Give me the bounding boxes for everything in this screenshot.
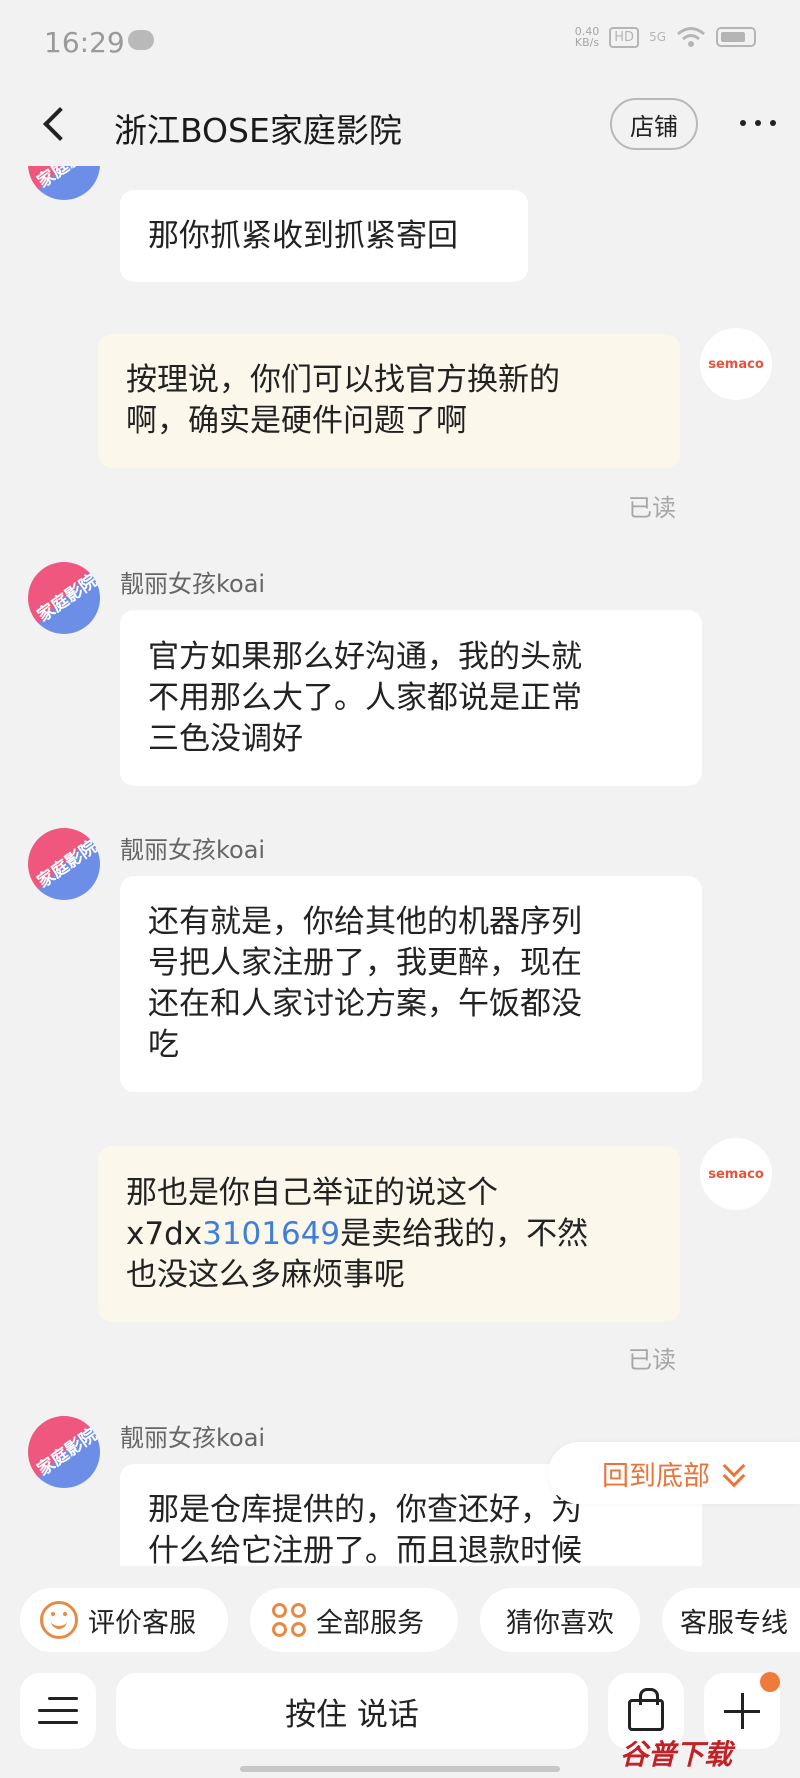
status-time: 16:29 xyxy=(44,26,125,59)
hd-icon: HD xyxy=(609,26,640,48)
signal-icon: 5G xyxy=(649,30,666,44)
message-text-line: 号把人家注册了，我更醉，现在 xyxy=(148,945,582,981)
quick-actions: 评价客服 全部服务 猜你喜欢 客服专线 xyxy=(0,1588,800,1652)
hold-to-talk-button[interactable]: 按住 说话 xyxy=(116,1673,588,1749)
battery-icon xyxy=(716,27,756,47)
back-to-bottom-label: 回到底部 xyxy=(602,1460,710,1492)
message-bubble[interactable]: 官方如果那么好沟通，我的头就 不用那么大了。人家都说是正常 三色没调好 xyxy=(120,610,702,786)
sender-name: 靓丽女孩koai xyxy=(120,1424,266,1452)
hotline-button[interactable]: 客服专线 xyxy=(662,1588,800,1652)
home-indicator[interactable] xyxy=(240,1766,560,1772)
double-chevron-down-icon xyxy=(722,1454,746,1488)
message-text-line: 那是仓库提供的，你查还好，为 xyxy=(148,1492,582,1528)
more-icon[interactable] xyxy=(740,108,776,138)
message-bubble[interactable]: 按理说，你们可以找官方换新的 啊，确实是硬件问题了啊 xyxy=(98,334,680,468)
shop-avatar[interactable]: 家庭影院 xyxy=(28,828,100,900)
serial-number-link[interactable]: 3101649 xyxy=(202,1216,340,1252)
message-text-line: 什么给它注册了。而且退款时候 xyxy=(148,1533,582,1566)
back-to-bottom-button[interactable]: 回到底部 xyxy=(548,1442,800,1504)
status-indicators: 0.40 KB/s HD 5G xyxy=(575,26,756,48)
shop-avatar[interactable]: 家庭影院 xyxy=(28,166,100,200)
rate-service-button[interactable]: 评价客服 xyxy=(20,1588,228,1652)
read-status: 已读 xyxy=(628,1346,676,1374)
message-text-line: 按理说，你们可以找官方换新的 xyxy=(126,362,560,398)
message-text-line: 不用那么大了。人家都说是正常 xyxy=(148,679,582,716)
grid-icon xyxy=(272,1603,306,1637)
user-avatar[interactable]: semaco xyxy=(700,1138,772,1210)
smile-icon xyxy=(40,1601,78,1639)
network-speed: 0.40 KB/s xyxy=(575,26,600,48)
message-text-line: 还在和人家讨论方案，午饭都没 xyxy=(148,986,582,1022)
menu-icon[interactable] xyxy=(20,1673,96,1749)
all-services-button[interactable]: 全部服务 xyxy=(250,1588,458,1652)
user-avatar[interactable]: semaco xyxy=(700,328,772,400)
shopping-bag-icon xyxy=(628,1688,664,1731)
message-text-line: x7dx3101649是卖给我的，不然 xyxy=(126,1215,589,1252)
watermark: 谷普下载 xyxy=(620,1738,733,1771)
sender-name: 靓丽女孩koai xyxy=(120,570,266,598)
wifi-icon xyxy=(677,27,705,47)
message-bubble[interactable]: 那你抓紧收到抓紧寄回 xyxy=(120,190,528,282)
notification-dot xyxy=(760,1672,780,1692)
message-text-line: 也没这么多麻烦事呢 xyxy=(126,1256,405,1293)
status-bar: 16:29 0.40 KB/s HD 5G xyxy=(0,0,800,86)
message-text-line: 三色没调好 xyxy=(148,720,303,757)
sender-name: 靓丽女孩koai xyxy=(120,836,266,864)
message-bubble[interactable]: 那也是你自己举证的说这个 x7dx3101649是卖给我的，不然 也没这么多麻烦… xyxy=(98,1146,680,1322)
shop-avatar[interactable]: 家庭影院 xyxy=(28,1416,100,1488)
message-text: 那你抓紧收到抓紧寄回 xyxy=(148,217,458,254)
message-text-line: 还有就是，你给其他的机器序列 xyxy=(148,904,582,940)
chat-header: 浙江BOSE家庭影院 店铺 xyxy=(0,86,800,166)
message-bubble[interactable]: 还有就是，你给其他的机器序列 号把人家注册了，我更醉，现在 还在和人家讨论方案，… xyxy=(120,876,702,1092)
guess-you-like-button[interactable]: 猜你喜欢 xyxy=(480,1588,640,1652)
read-status: 已读 xyxy=(628,494,676,522)
message-text-line: 吃 xyxy=(148,1027,179,1063)
page-title: 浙江BOSE家庭影院 xyxy=(114,111,402,150)
shop-button[interactable]: 店铺 xyxy=(610,98,698,150)
message-text-line: 啊，确实是硬件问题了啊 xyxy=(126,403,467,439)
cloud-icon xyxy=(128,30,154,50)
message-text-line: 那也是你自己举证的说这个 xyxy=(126,1174,498,1211)
message-text-line: 官方如果那么好沟通，我的头就 xyxy=(148,638,582,675)
chat-list[interactable]: 家庭影院 那你抓紧收到抓紧寄回 semaco 按理说，你们可以找官方换新的 啊，… xyxy=(0,166,800,1566)
shop-avatar[interactable]: 家庭影院 xyxy=(28,562,100,634)
back-button[interactable] xyxy=(36,104,76,144)
network-speed-unit: KB/s xyxy=(574,36,600,49)
